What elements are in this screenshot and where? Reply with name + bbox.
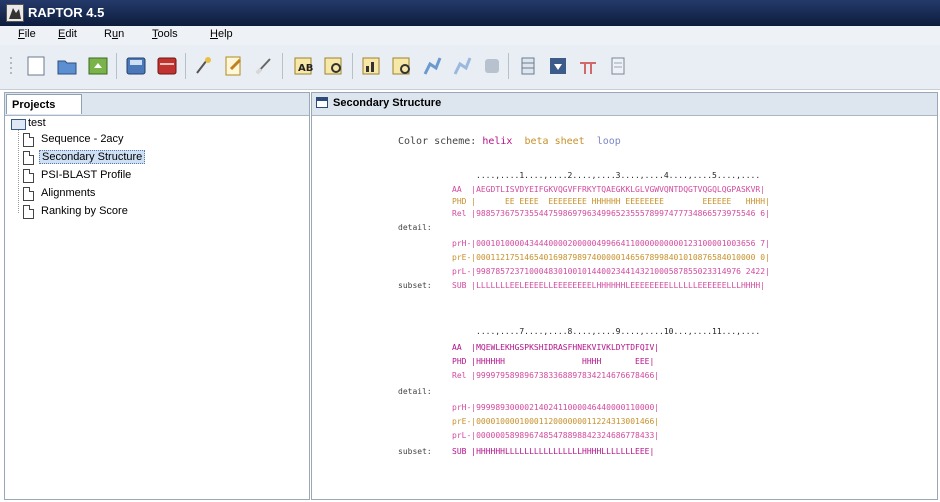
menu-bar: File Edit Run Tools Help xyxy=(0,26,940,45)
row-prh-2: prH-|99998930000214024110000464400001100… xyxy=(452,403,660,412)
tree-icon[interactable] xyxy=(576,54,600,78)
row-prh-1: prH-|00010100004344400002000004996641100… xyxy=(452,239,770,248)
detail-label-2: detail: xyxy=(398,387,432,396)
row-aa-1: AA |AEGDTLISVDYEIFGKVQGVFFRKYTQAEGKKLGLV… xyxy=(452,185,766,194)
download-icon[interactable] xyxy=(546,54,570,78)
row-sub-2: SUB |HHHHHHLLLLLLLLLLLLLLLLHHHHLLLLLLLEE… xyxy=(452,447,655,456)
subset-label-2: subset: xyxy=(398,447,432,456)
menu-file[interactable]: File xyxy=(18,28,36,40)
row-phd-2: PHD |HHHHHH HHHH EEE| xyxy=(452,357,655,366)
ab-search-icon[interactable] xyxy=(322,54,346,78)
row-phd-1: PHD | EE EEEE EEEEEEEE HHHHHH EEEEEEEE E… xyxy=(452,197,770,206)
menu-tools[interactable]: Tools xyxy=(152,28,178,40)
toolbar-grip xyxy=(8,54,14,78)
document-icon xyxy=(23,187,34,201)
document-icon xyxy=(23,169,34,183)
bar-chart-icon[interactable] xyxy=(360,54,384,78)
save-icon[interactable] xyxy=(124,54,148,78)
projects-header: Projects xyxy=(5,93,309,116)
stack-icon[interactable] xyxy=(516,54,540,78)
title-bar: RAPTOR 4.5 xyxy=(0,0,940,26)
ab-tool-icon[interactable]: AB xyxy=(292,54,316,78)
row-aa-2: AA |MQEWLEKHGSPKSHIDRASFHNEKVIVKLDYTDFQI… xyxy=(452,343,660,352)
menu-run[interactable]: Run xyxy=(104,28,124,40)
color-scheme-legend: Color scheme: helix beta sheet loop xyxy=(398,137,621,147)
document-icon xyxy=(23,151,34,165)
toolbar: AB xyxy=(0,45,940,90)
window-title: RAPTOR 4.5 xyxy=(28,5,105,20)
raptor-app-icon xyxy=(6,4,24,22)
row-rel-2: Rel |99997958989673833688978342146766784… xyxy=(452,371,660,380)
wizard-icon[interactable] xyxy=(192,54,216,78)
eraser-icon[interactable] xyxy=(252,54,276,78)
color-scheme-label: Color scheme: xyxy=(398,136,477,147)
menu-help[interactable]: Help xyxy=(210,28,233,40)
database-icon[interactable] xyxy=(155,54,179,78)
panel-title: Secondary Structure xyxy=(333,97,442,109)
new-file-icon[interactable] xyxy=(24,54,48,78)
menu-edit[interactable]: Edit xyxy=(58,28,77,40)
run-step-icon[interactable] xyxy=(450,54,474,78)
legend-loop: loop xyxy=(596,136,621,147)
row-rel-1: Rel |98857367573554475986979634996523555… xyxy=(452,209,770,218)
svg-text:AB: AB xyxy=(298,63,313,74)
row-pre-2: prE-|00001000010001120000000112243130014… xyxy=(452,417,660,426)
document-icon xyxy=(23,205,34,219)
legend-beta-sheet: beta sheet xyxy=(524,136,585,147)
projects-panel: Projects test Sequence - 2acy Secondary … xyxy=(4,92,310,500)
secondary-structure-panel: Secondary Structure Color scheme: helix … xyxy=(311,92,938,500)
report-icon[interactable] xyxy=(606,54,630,78)
ruler-1: ....,....1....,....2....,....3....,....4… xyxy=(476,171,761,180)
import-icon[interactable] xyxy=(86,54,110,78)
tab-projects[interactable]: Projects xyxy=(6,94,82,114)
legend-helix: helix xyxy=(482,136,513,147)
run-icon[interactable] xyxy=(420,54,444,78)
row-pre-1: prE-|00011217514654016987989740000014656… xyxy=(452,253,770,262)
stop-icon[interactable] xyxy=(480,54,504,78)
row-prl-1: prL-|99878572371000483010010144002344143… xyxy=(452,267,770,276)
open-folder-icon[interactable] xyxy=(55,54,79,78)
subset-label-1: subset: xyxy=(398,281,432,290)
document-icon xyxy=(23,133,34,147)
row-sub-1: SUB |LLLLLLLEELEEEELLEEEEEEEELHHHHHHLEEE… xyxy=(452,281,766,290)
project-folder-icon xyxy=(11,119,26,130)
edit-document-icon[interactable] xyxy=(222,54,246,78)
ruler-2: ....,....7....,....8....,....9....,....1… xyxy=(476,327,761,336)
detail-label-1: detail: xyxy=(398,223,432,232)
panel-header: Secondary Structure xyxy=(312,93,937,116)
bar-chart-search-icon[interactable] xyxy=(390,54,414,78)
window-icon xyxy=(316,97,328,108)
row-prl-2: prL-|00000058989674854788988423246867784… xyxy=(452,431,660,440)
